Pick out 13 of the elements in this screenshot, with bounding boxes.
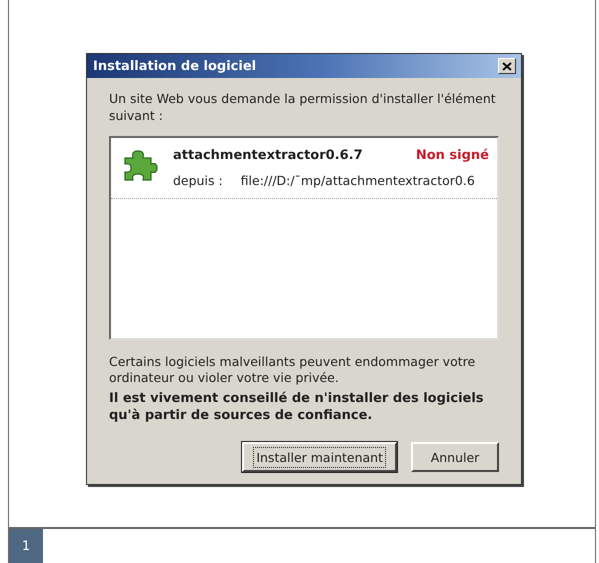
figure-number: 1 (9, 529, 43, 563)
close-icon (502, 62, 512, 70)
warning-text: Certains logiciels malveillants peuvent endommager votre ordinateur ou violer votre vie privée. (109, 354, 476, 386)
close-button[interactable] (498, 58, 516, 74)
cancel-button[interactable]: Annuler (411, 442, 499, 472)
source-url: file:///D:/¯mp/attachmentextractor0.6 (240, 173, 475, 188)
source-label: depuis : (173, 173, 223, 188)
prompt-text: Un site Web vous demande la permission d'installer l'élément suivant : (109, 90, 497, 124)
window-title: Installation de logiciel (93, 58, 256, 74)
advice-text: Il est vivement conseillé de n'installer des logiciels qu'à partir de sources de confiance. (109, 390, 485, 424)
signature-status: Non signé (416, 148, 489, 163)
install-button[interactable]: Installer maintenant (242, 442, 397, 472)
extension-name: attachmentextractor0.6.7 (173, 148, 363, 163)
